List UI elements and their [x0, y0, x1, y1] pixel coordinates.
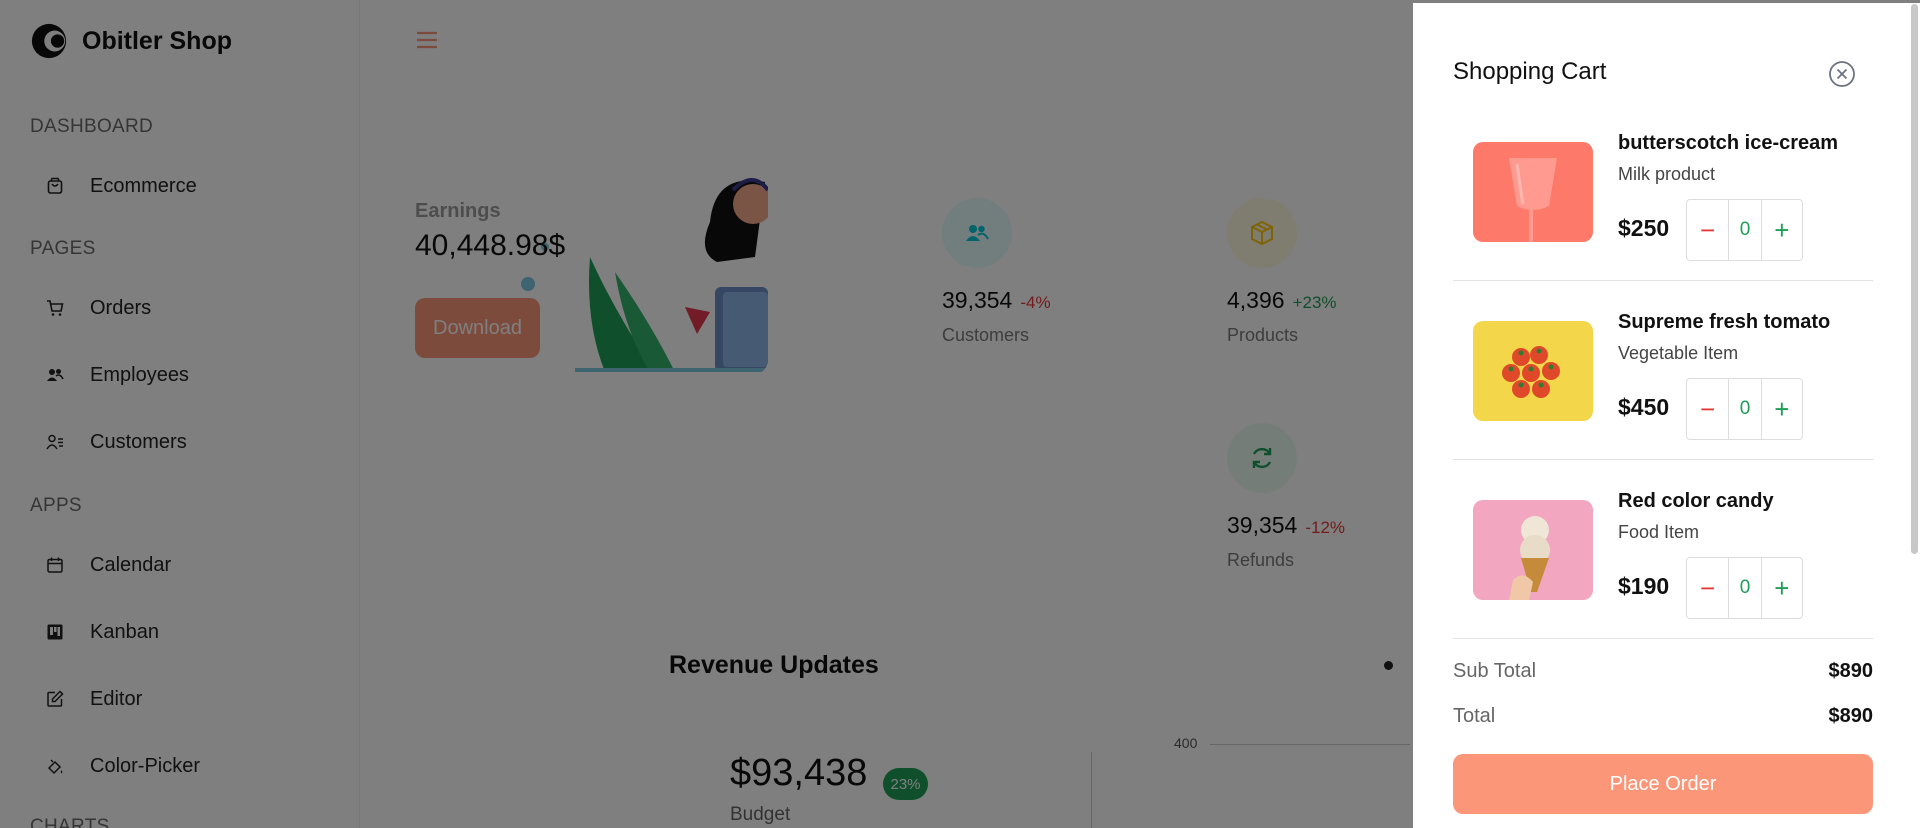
- quantity-stepper: − 0 +: [1686, 557, 1803, 619]
- item-category: Milk product: [1618, 164, 1716, 184]
- item-category: Vegetable Item: [1618, 343, 1739, 363]
- increase-quantity-button[interactable]: +: [1760, 200, 1802, 260]
- close-icon[interactable]: [1828, 60, 1856, 88]
- cart-scrollbar[interactable]: [1911, 4, 1918, 554]
- quantity-value: 0: [1728, 200, 1760, 260]
- total-value: $890: [1828, 705, 1874, 727]
- quantity-stepper: − 0 +: [1686, 378, 1803, 440]
- item-divider: [1453, 280, 1873, 281]
- increase-quantity-button[interactable]: +: [1760, 558, 1802, 618]
- ice-cream-cup-image: [1473, 142, 1593, 242]
- sub-total-row: Sub Total $890: [1453, 660, 1873, 683]
- total-label: Total: [1453, 705, 1496, 727]
- place-order-button[interactable]: Place Order: [1453, 754, 1873, 814]
- cart-title: Shopping Cart: [1453, 58, 1607, 85]
- item-category: Food Item: [1618, 522, 1700, 542]
- ice-cream-cone-image: [1473, 500, 1593, 600]
- item-price: $190: [1618, 573, 1670, 599]
- cart-item: Red color candy Food Item $190 − 0 +: [1453, 490, 1873, 680]
- quantity-stepper: − 0 +: [1686, 199, 1803, 261]
- decrease-quantity-button[interactable]: −: [1687, 558, 1728, 618]
- quantity-value: 0: [1728, 558, 1760, 618]
- total-row: Total $890: [1453, 705, 1873, 728]
- item-price: $450: [1618, 394, 1670, 420]
- tomatoes-image: [1473, 321, 1593, 421]
- cart-item: butterscotch ice-cream Milk product $250…: [1453, 132, 1873, 322]
- item-price: $250: [1618, 215, 1670, 241]
- decrease-quantity-button[interactable]: −: [1687, 200, 1728, 260]
- item-name: butterscotch ice-cream: [1618, 132, 1839, 154]
- cart-item: Supreme fresh tomato Vegetable Item $450…: [1453, 311, 1873, 501]
- decrease-quantity-button[interactable]: −: [1687, 379, 1728, 439]
- sub-total-label: Sub Total: [1453, 660, 1537, 682]
- quantity-value: 0: [1728, 379, 1760, 439]
- summary-divider: [1453, 638, 1873, 639]
- item-divider: [1453, 459, 1873, 460]
- increase-quantity-button[interactable]: +: [1760, 379, 1802, 439]
- item-name: Supreme fresh tomato: [1618, 311, 1831, 333]
- sub-total-value: $890: [1828, 660, 1874, 682]
- shopping-cart-panel: Shopping Cart butterscotch ice-cream Mil…: [1413, 3, 1920, 828]
- item-name: Red color candy: [1618, 490, 1774, 512]
